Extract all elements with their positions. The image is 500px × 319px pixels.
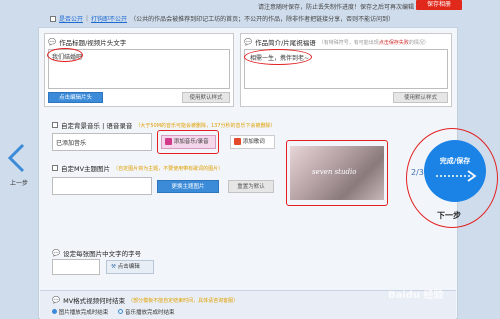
public-note: （公共的作品会被推荐到印记工坊的首页；不公开的作品，除非作者把链接分享，否则不能… — [130, 16, 395, 23]
theme-preview-image: seven studio — [290, 146, 384, 200]
add-lyrics-button[interactable]: 添加歌词 — [230, 135, 275, 149]
end-option-images[interactable]: 图片播放完成时结束 — [52, 308, 108, 316]
reset-default-button[interactable]: 重置为默认 — [228, 180, 274, 193]
edit-font-button[interactable]: ⚒ 点击编辑 — [106, 260, 154, 274]
end-option-music[interactable]: 音乐播放完成时结束 — [118, 308, 175, 316]
public-checkbox[interactable] — [50, 15, 56, 22]
next-step-label[interactable]: 下一步 — [437, 210, 461, 221]
font-size-input[interactable] — [52, 259, 100, 275]
complete-save-label: 完成/保存 — [439, 157, 471, 165]
add-music-button[interactable]: 添加音乐/录音 — [161, 135, 216, 149]
complete-save-button[interactable]: 完成/保存 — [424, 140, 486, 202]
highlight-oval — [47, 48, 83, 62]
title-heading: 💬 作品标题/视频片头文字 — [48, 38, 127, 47]
edit-intro-button[interactable]: 点击编辑片头 — [48, 92, 103, 103]
watermark: Baidu 经验 — [388, 290, 444, 301]
comment-icon: 💬 — [244, 38, 253, 46]
public-option: 是否公开 | 打钩即不公开 （公共的作品会被推荐到印记工坊的首页；不公开的作品，… — [50, 14, 394, 23]
music-value: 已添加音乐 — [56, 140, 87, 147]
theme-heading: 自定MV主题图片 （自定图片将为主题，不要使用带有歌词的图片） — [52, 163, 223, 173]
save-notice: 请注意随时保存，防止丢失制作进度！保存之后可再次编辑 — [258, 4, 415, 11]
wrench-icon: ⚒ — [111, 264, 116, 270]
save-album-button[interactable]: 保存相册 — [416, 0, 462, 10]
font-heading: 💬 设定每张图片中文字的字号 — [52, 249, 142, 258]
public-label[interactable]: 是否公开 — [59, 14, 83, 23]
music-checkbox[interactable] — [52, 122, 58, 128]
preview-text: seven studio — [312, 168, 357, 176]
change-theme-button[interactable]: 更换主题图片 — [157, 180, 219, 193]
default-style-button[interactable]: 使用默认样式 — [393, 92, 448, 103]
page-indicator: 2/3 — [411, 168, 424, 177]
theme-checkbox[interactable] — [52, 165, 58, 171]
lyrics-icon — [234, 138, 241, 145]
prev-arrow-icon[interactable] — [6, 143, 26, 173]
comment-icon: 💬 — [48, 38, 57, 46]
comment-icon: 💬 — [52, 296, 61, 304]
arrow-right-icon — [436, 170, 477, 182]
default-style-button-left[interactable]: 使用默认样式 — [182, 92, 230, 103]
end-options: 图片播放完成时结束 音乐播放完成时结束 — [52, 308, 175, 316]
comment-icon: 💬 — [52, 249, 61, 257]
highlight-oval — [244, 49, 312, 65]
music-heading: 自定背景音乐 | 语音录音 （大于50M的音乐可能会被删除，137分秒的音乐下会… — [52, 120, 276, 130]
theme-input[interactable] — [52, 177, 152, 195]
prev-step-label[interactable]: 上一步 — [10, 178, 28, 187]
private-link[interactable]: 打钩即不公开 — [91, 14, 127, 23]
end-heading: 💬 MV格式视频何时结束 （部分模板不能自定结束时间，具体请咨询客服） — [52, 296, 239, 305]
intro-heading: 💬 作品简介/片尾祝福语 （有特殊符号，有可能出现点击保存失败的情况） — [244, 38, 429, 47]
music-icon — [165, 138, 172, 145]
